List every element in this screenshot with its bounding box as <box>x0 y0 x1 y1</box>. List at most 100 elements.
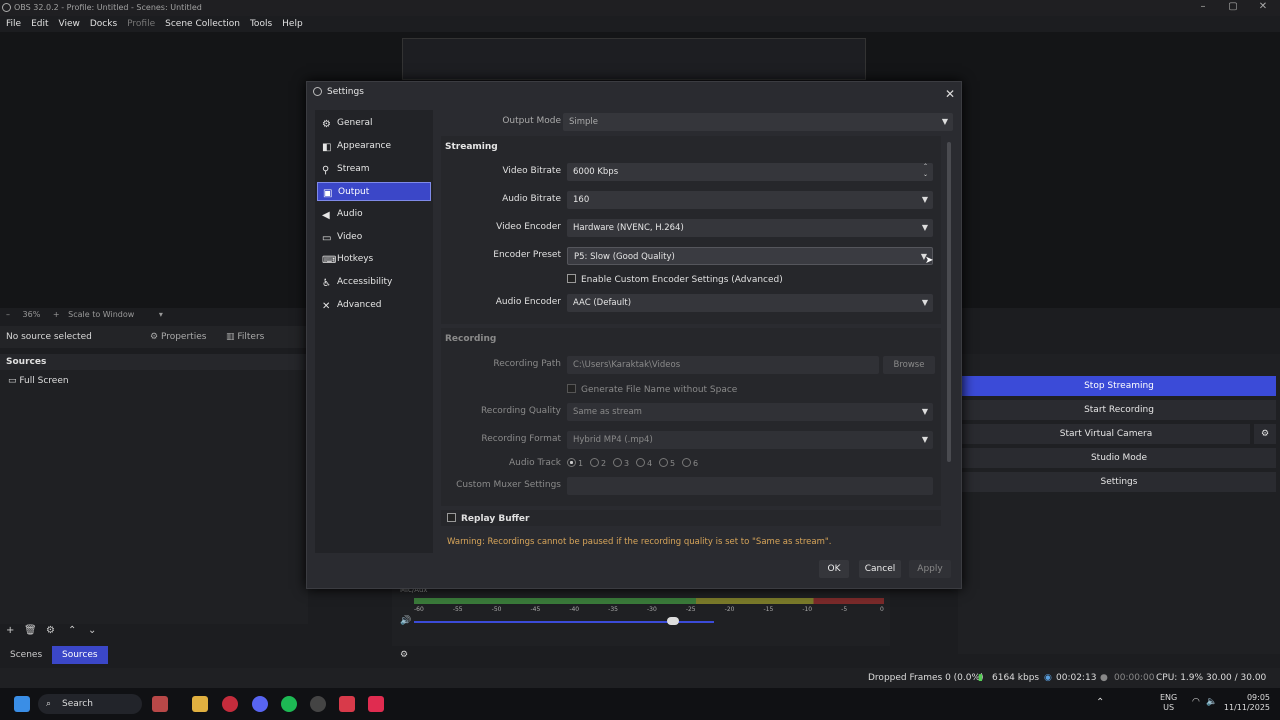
menu-docks[interactable]: Docks <box>90 16 117 32</box>
close-window-icon[interactable]: ✕ <box>1248 0 1278 14</box>
recording-path-value: C:\Users\Karaktak\Videos <box>573 360 681 370</box>
nav-accessibility[interactable]: ♿ Accessibility <box>317 273 431 292</box>
obs-taskbar-icon[interactable] <box>310 696 326 712</box>
taskbar-search[interactable]: ⌕ Search <box>38 694 142 714</box>
menu-view[interactable]: View <box>59 16 80 32</box>
nav-output[interactable]: ▣ Output <box>317 182 431 201</box>
monitor-icon: ▭ <box>322 233 332 244</box>
nav-stream[interactable]: ⚲ Stream <box>317 160 431 179</box>
wifi-icon[interactable]: ◠ <box>1192 697 1200 707</box>
meter-tick-label: -10 <box>802 606 813 613</box>
move-down-icon[interactable]: ⌄ <box>88 625 96 636</box>
sources-panel: Sources ▭ Full Screen <box>0 354 308 624</box>
audio-track-5[interactable]: 5 <box>659 458 675 468</box>
spotify-icon[interactable] <box>281 696 297 712</box>
nav-video[interactable]: ▭ Video <box>317 228 431 247</box>
maximize-icon[interactable]: ▢ <box>1218 0 1248 14</box>
nav-advanced[interactable]: ✕ Advanced <box>317 296 431 315</box>
recording-format-select[interactable]: Hybrid MP4 (.mp4) ▼ <box>567 431 933 449</box>
status-bar: Dropped Frames 0 (0.0%) ▮ 6164 kbps ◉ 00… <box>0 668 1280 703</box>
language-indicator[interactable]: ENG US <box>1160 693 1177 713</box>
track-label: 1 <box>578 459 584 468</box>
minimize-icon[interactable]: – <box>1188 0 1218 14</box>
cancel-button[interactable]: Cancel <box>859 560 901 578</box>
audio-bitrate-value: 160 <box>573 195 590 205</box>
volume-slider-handle[interactable] <box>667 617 679 625</box>
zoom-out-icon[interactable]: – <box>6 310 10 319</box>
menu-edit[interactable]: Edit <box>31 16 48 32</box>
stop-streaming-button[interactable]: Stop Streaming <box>962 376 1276 396</box>
palette-icon: ◧ <box>322 142 332 153</box>
title-bar: OBS 32.0.2 - Profile: Untitled - Scenes:… <box>0 0 1280 16</box>
start-recording-button[interactable]: Start Recording <box>962 400 1276 420</box>
clock[interactable]: 09:05 11/11/2025 <box>1222 693 1270 713</box>
file-explorer-icon[interactable] <box>192 696 208 712</box>
chevron-down-icon[interactable]: ▾ <box>159 310 163 319</box>
tray-chevron-icon[interactable]: ⌃ <box>1096 697 1104 708</box>
video-bitrate-spinbox[interactable]: 6000 Kbps ⌃ ⌄ <box>567 163 933 181</box>
properties-button[interactable]: ⚙ Properties <box>150 326 206 348</box>
ok-button[interactable]: OK <box>819 560 849 578</box>
audio-encoder-select[interactable]: AAC (Default) ▼ <box>567 294 933 312</box>
settings-button[interactable]: Settings <box>962 472 1276 492</box>
app-icon-flag[interactable] <box>152 696 168 712</box>
tab-scenes[interactable]: Scenes <box>0 646 52 664</box>
apply-button[interactable]: Apply <box>909 560 951 578</box>
start-virtual-camera-button[interactable]: Start Virtual Camera <box>962 424 1250 444</box>
dialog-title-bar: Settings ✕ <box>307 82 961 102</box>
search-label: Search <box>62 699 93 709</box>
audio-track-1[interactable]: 1 <box>567 458 583 468</box>
audio-track-6[interactable]: 6 <box>682 458 698 468</box>
settings-scrollbar[interactable] <box>947 142 951 462</box>
tab-sources[interactable]: Sources <box>52 646 108 664</box>
recording-path-field[interactable]: C:\Users\Karaktak\Videos <box>567 356 879 374</box>
clock-time: 09:05 <box>1246 693 1270 702</box>
search-icon: ⌕ <box>46 699 52 709</box>
nav-general[interactable]: ⚙ General <box>317 114 431 133</box>
source-item[interactable]: ▭ Full Screen <box>8 376 69 386</box>
audio-track-3[interactable]: 3 <box>613 458 629 468</box>
zoom-in-icon[interactable]: + <box>53 310 60 319</box>
nav-hotkeys[interactable]: ⌨ Hotkeys <box>317 250 431 269</box>
nav-appearance[interactable]: ◧ Appearance <box>317 137 431 156</box>
menu-file[interactable]: File <box>6 16 21 32</box>
move-up-icon[interactable]: ⌃ <box>68 625 76 636</box>
close-icon[interactable]: ✕ <box>945 84 955 104</box>
custom-encoder-checkbox[interactable]: Enable Custom Encoder Settings (Advanced… <box>567 274 783 285</box>
add-icon[interactable]: + <box>6 625 14 636</box>
menu-profile[interactable]: Profile <box>127 16 155 32</box>
trash-icon[interactable]: 🗑 <box>24 625 37 636</box>
browse-button[interactable]: Browse <box>883 356 935 374</box>
gear-icon[interactable]: ⚙ <box>46 625 55 636</box>
windows-start-icon[interactable] <box>14 696 30 712</box>
virtual-camera-gear-icon[interactable]: ⚙ <box>1254 424 1276 444</box>
mixer-gear-icon[interactable]: ⚙ <box>400 650 408 660</box>
audio-mixer: Mic/Aux -60 -55 -50 -45 -40 -35 -30 -25 -20 -15 -1… <box>392 586 890 660</box>
filters-button[interactable]: ▥ Filters <box>226 326 264 348</box>
scale-mode[interactable]: Scale to Window <box>68 310 134 319</box>
audio-track-2[interactable]: 2 <box>590 458 606 468</box>
menu-help[interactable]: Help <box>282 16 303 32</box>
app-icon-v[interactable] <box>368 696 384 712</box>
replay-buffer-checkbox[interactable]: Replay Buffer <box>447 513 529 524</box>
preview-screen-capture <box>402 38 866 80</box>
menu-tools[interactable]: Tools <box>250 16 272 32</box>
encoder-preset-select[interactable]: P5: Slow (Good Quality) ▼ <box>567 247 933 265</box>
app-icon-download[interactable] <box>339 696 355 712</box>
spinner-arrows-icon[interactable]: ⌃ ⌄ <box>923 163 928 179</box>
audio-bitrate-select[interactable]: 160 ▼ <box>567 191 933 209</box>
studio-mode-button[interactable]: Studio Mode <box>962 448 1276 468</box>
menu-scene-collection[interactable]: Scene Collection <box>165 16 240 32</box>
stream-live-icon: ◉ <box>1044 673 1052 683</box>
volume-icon[interactable]: 🔈 <box>1206 697 1217 707</box>
opera-icon[interactable] <box>222 696 238 712</box>
gen-filename-checkbox[interactable]: Generate File Name without Space <box>567 384 737 395</box>
discord-icon[interactable] <box>252 696 268 712</box>
audio-track-4[interactable]: 4 <box>636 458 652 468</box>
recording-quality-select[interactable]: Same as stream ▼ <box>567 403 933 421</box>
nav-audio[interactable]: ◀ Audio <box>317 205 431 224</box>
muxer-field[interactable] <box>567 477 933 495</box>
output-mode-select[interactable]: Simple ▼ <box>563 113 953 131</box>
video-encoder-select[interactable]: Hardware (NVENC, H.264) ▼ <box>567 219 933 237</box>
speaker-icon[interactable]: 🔊 <box>400 616 411 626</box>
